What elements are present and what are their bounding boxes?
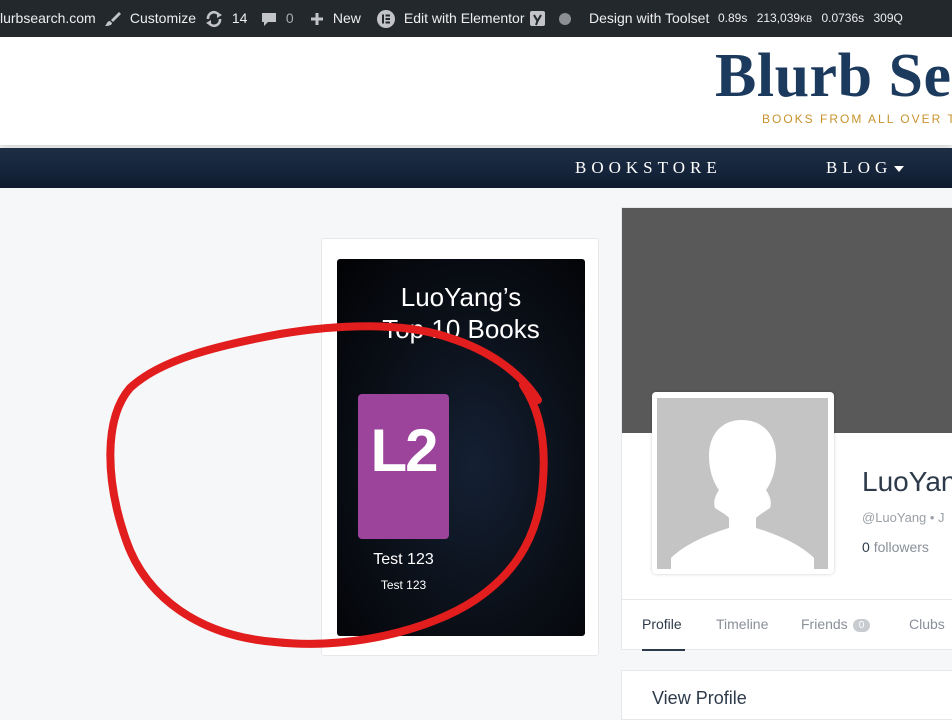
nav-blog[interactable]: BLOG	[826, 148, 905, 188]
comments-link[interactable]: 0	[260, 0, 294, 37]
toolset-link[interactable]: Design with Toolset	[589, 0, 709, 37]
active-tab-indicator	[642, 649, 685, 651]
profile-name: LuoYan	[862, 466, 952, 497]
site-header: Blurb Se BOOKS FROM ALL OVER T	[0, 37, 952, 145]
stat-time-2: 0.0736s	[821, 11, 865, 25]
profile-handle: @LuoYang • J	[862, 510, 945, 525]
stat-memory-value: 213,039	[756, 11, 801, 25]
tab-friends[interactable]: Friends 0	[801, 616, 871, 632]
tab-friends-label: Friends	[801, 616, 848, 632]
customize-label: Customize	[129, 10, 197, 26]
refresh-icon	[206, 11, 222, 28]
top-books-card: LuoYang’s Top 10 Books L2 Test 123 Test …	[337, 259, 585, 636]
tab-clubs[interactable]: Clubs	[909, 616, 945, 632]
followers-count: 0	[862, 539, 870, 555]
book-subtitle: Test 123	[380, 578, 427, 592]
elementor-icon	[377, 10, 395, 29]
top-books-title-line1: LuoYang’s	[400, 282, 522, 312]
nav-bookstore[interactable]: BOOKSTORE	[575, 148, 722, 188]
stat-time-1: 0.89s	[718, 11, 748, 25]
yoast-link[interactable]	[529, 0, 549, 37]
comment-icon	[262, 13, 276, 27]
profile-avatar-frame[interactable]	[652, 392, 834, 574]
stat-memory-unit: KB	[800, 14, 813, 24]
book-cover[interactable]: L2	[358, 394, 449, 539]
tab-profile[interactable]: Profile	[642, 616, 682, 632]
tab-timeline[interactable]: Timeline	[716, 616, 768, 632]
profile-card: LuoYan @LuoYang • J 0 followers Profile …	[621, 207, 952, 651]
plus-icon	[311, 13, 323, 26]
top-books-title-line2: Top 10 Books	[382, 314, 540, 344]
book-cover-text: L2	[370, 417, 438, 484]
status-dot-icon	[559, 13, 571, 26]
book-title[interactable]: Test 123	[337, 551, 470, 569]
avatar	[657, 398, 828, 569]
followers-label: followers	[873, 539, 929, 555]
elementor-label: Edit with Elementor	[403, 10, 525, 26]
new-content-link[interactable]: New	[309, 0, 361, 37]
seo-status	[558, 0, 572, 37]
site-tagline: BOOKS FROM ALL OVER T	[762, 112, 952, 126]
admin-bar: lurbsearch.com Customize 14 0 New Edit w…	[0, 0, 952, 37]
main-nav: BOOKSTORE BLOG	[0, 148, 952, 188]
customize-link[interactable]: Customize	[104, 0, 196, 37]
avatar-placeholder-icon	[671, 420, 814, 569]
updates-count: 14	[231, 10, 248, 26]
site-name-link[interactable]: lurbsearch.com	[0, 0, 96, 37]
query-monitor-stats[interactable]: 0.89s 213,039KB 0.0736s 309Q	[718, 0, 903, 37]
comments-count: 0	[285, 10, 294, 26]
profile-followers[interactable]: 0 followers	[862, 539, 929, 555]
nav-blog-label: BLOG	[826, 158, 893, 177]
top-books-title: LuoYang’s Top 10 Books	[337, 281, 585, 345]
site-title[interactable]: Blurb Se	[715, 41, 952, 112]
caret-down-icon	[894, 166, 905, 173]
tabs-divider	[622, 599, 952, 600]
stat-queries: 309Q	[873, 11, 903, 25]
stat-memory: 213,039KB	[757, 11, 816, 25]
friends-count-badge: 0	[852, 619, 871, 632]
view-profile-heading: View Profile	[652, 688, 747, 708]
brush-icon	[105, 12, 121, 27]
new-label: New	[332, 10, 361, 26]
updates-link[interactable]: 14	[204, 0, 247, 37]
view-profile-section: View Profile	[621, 670, 952, 720]
yoast-icon	[530, 11, 545, 27]
edit-elementor-link[interactable]: Edit with Elementor	[376, 0, 525, 37]
